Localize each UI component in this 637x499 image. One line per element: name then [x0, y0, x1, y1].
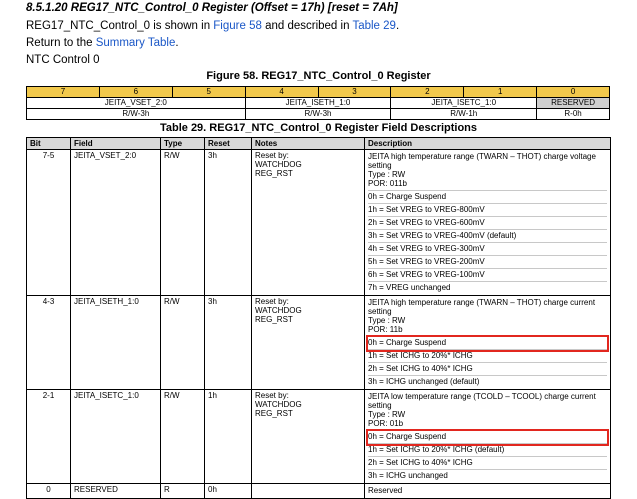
description-line: 2h = Set ICHG to 40%* ICHG — [368, 363, 607, 376]
col-description: Description — [364, 137, 611, 150]
table-29-link[interactable]: Table 29 — [352, 20, 395, 32]
register-description: NTC Control 0 — [26, 54, 100, 66]
bit-2: 2 — [390, 86, 465, 98]
cell-reset: 3h — [204, 149, 252, 296]
cell-type: R/W — [160, 295, 205, 390]
intro-text-mid: and described in — [261, 20, 353, 32]
note-line: Reset by: — [255, 391, 289, 400]
cell-description: Reserved — [364, 483, 611, 499]
field-jeita-isetc: JEITA_ISETC_1:0 — [390, 97, 538, 109]
cell-type: R — [160, 483, 205, 499]
cell-notes: Reset by: WATCHDOG REG_RST — [251, 149, 365, 296]
description-line: Reserved — [368, 486, 403, 495]
description-line: 5h = Set VREG to VREG-200mV — [368, 256, 607, 269]
table-row: 0 RESERVED R 0h Reserved — [26, 483, 611, 499]
intro-text-post: . — [395, 20, 400, 32]
cell-notes — [251, 483, 365, 499]
bit-7: 7 — [26, 86, 100, 98]
intro-line: REG17_NTC_Control_0 is shown in Figure 5… — [26, 20, 399, 32]
highlighted-charge-suspend: 0h = Charge Suspend — [366, 429, 609, 446]
return-line: Return to the Summary Table. — [26, 37, 179, 49]
bit-3: 3 — [317, 86, 392, 98]
bit-number-row: 7 6 5 4 3 2 1 0 — [26, 86, 610, 98]
return-text-post: . — [175, 37, 179, 49]
cell-reset: 3h — [204, 295, 252, 390]
table-title: Table 29. REG17_NTC_Control_0 Register F… — [159, 122, 478, 134]
table-header-row: Bit Field Type Reset Notes Description — [26, 137, 611, 150]
description-line: 1h = Set ICHG to 20%* ICHG — [368, 350, 607, 363]
col-type: Type — [160, 137, 205, 150]
field-reserved: RESERVED — [536, 97, 610, 109]
description-line: 2h = Set VREG to VREG-600mV — [368, 217, 607, 230]
col-bit: Bit — [26, 137, 71, 150]
description-line: 2h = Set ICHG to 40%* ICHG — [368, 457, 607, 470]
figure-58-link[interactable]: Figure 58 — [213, 20, 262, 32]
cell-description: JEITA high temperature range (TWARN – TH… — [364, 149, 611, 296]
access-jeita-vset: R/W-3h — [26, 108, 246, 120]
bit-6: 6 — [98, 86, 173, 98]
description-line: 3h = ICHG unchanged (default) — [368, 377, 480, 386]
return-text-pre: Return to the — [26, 37, 96, 49]
description-line: JEITA high temperature range (TWARN – TH… — [368, 297, 607, 337]
description-line: 7h = VREG unchanged — [368, 283, 451, 292]
bit-5: 5 — [171, 86, 246, 98]
note-line: WATCHDOG — [255, 160, 302, 169]
cell-notes: Reset by: WATCHDOG REG_RST — [251, 295, 365, 390]
col-notes: Notes — [251, 137, 365, 150]
note-line: Reset by: — [255, 297, 289, 306]
description-line: 1h = Set VREG to VREG-800mV — [368, 204, 607, 217]
bit-0: 0 — [536, 86, 610, 98]
cell-type: R/W — [160, 149, 205, 296]
cell-type: R/W — [160, 389, 205, 484]
cell-bit: 0 — [26, 483, 71, 499]
cell-bit: 4-3 — [26, 295, 71, 390]
access-jeita-iseth: R/W-3h — [244, 108, 392, 120]
cell-reset: 1h — [204, 389, 252, 484]
intro-text-pre: REG17_NTC_Control_0 is shown in — [26, 20, 214, 32]
description-line: 3h = ICHG unchanged — [368, 471, 448, 480]
table-row: 7-5 JEITA_VSET_2:0 R/W 3h Reset by: WATCHDOG R… — [26, 149, 611, 296]
col-field: Field — [70, 137, 161, 150]
cell-field: RESERVED — [70, 483, 161, 499]
figure-title: Figure 58. REG17_NTC_Control_0 Register — [206, 70, 431, 82]
note-line: REG_RST — [255, 409, 293, 418]
description-line: 4h = Set VREG to VREG-300mV — [368, 243, 607, 256]
cell-description: JEITA low temperature range (TCOLD – TCO… — [364, 389, 611, 484]
note-line: REG_RST — [255, 169, 293, 178]
col-reset: Reset — [204, 137, 252, 150]
cell-field: JEITA_VSET_2:0 — [70, 149, 161, 296]
note-line: Reset by: — [255, 151, 289, 160]
field-descriptions-table: Bit Field Type Reset Notes Description 7… — [26, 137, 611, 499]
section-heading: 8.5.1.20 REG17_NTC_Control_0 Register (O… — [26, 2, 398, 14]
cell-field: JEITA_ISETH_1:0 — [70, 295, 161, 390]
field-jeita-vset: JEITA_VSET_2:0 — [26, 97, 246, 109]
table-row: 2-1 JEITA_ISETC_1:0 R/W 1h Reset by: WATCHDOG… — [26, 389, 611, 484]
description-line: 1h = Set ICHG to 20%* ICHG (default) — [368, 444, 607, 457]
field-name-row: JEITA_VSET_2:0 JEITA_ISETH_1:0 JEITA_ISE… — [26, 97, 610, 109]
access-jeita-isetc: R/W-1h — [390, 108, 538, 120]
bit-4: 4 — [244, 86, 319, 98]
cell-notes: Reset by: WATCHDOG REG_RST — [251, 389, 365, 484]
bit-1: 1 — [463, 86, 538, 98]
table-row: 4-3 JEITA_ISETH_1:0 R/W 3h Reset by: WATCHDOG… — [26, 295, 611, 390]
cell-bit: 7-5 — [26, 149, 71, 296]
note-line: WATCHDOG — [255, 400, 302, 409]
summary-table-link[interactable]: Summary Table — [96, 37, 176, 49]
cell-description: JEITA high temperature range (TWARN – TH… — [364, 295, 611, 390]
access-row: R/W-3h R/W-3h R/W-1h R-0h — [26, 108, 610, 120]
access-reserved: R-0h — [536, 108, 610, 120]
cell-field: JEITA_ISETC_1:0 — [70, 389, 161, 484]
note-line: WATCHDOG — [255, 306, 302, 315]
field-jeita-iseth: JEITA_ISETH_1:0 — [244, 97, 392, 109]
cell-reset: 0h — [204, 483, 252, 499]
description-line: 0h = Charge Suspend — [368, 191, 607, 204]
description-line: JEITA high temperature range (TWARN – TH… — [368, 151, 607, 191]
note-line: REG_RST — [255, 315, 293, 324]
cell-bit: 2-1 — [26, 389, 71, 484]
description-line: JEITA low temperature range (TCOLD – TCO… — [368, 391, 607, 431]
description-line: 6h = Set VREG to VREG-100mV — [368, 269, 607, 282]
description-line: 3h = Set VREG to VREG-400mV (default) — [368, 230, 607, 243]
register-map: 7 6 5 4 3 2 1 0 JEITA_VSET_2:0 JEITA_ISE… — [26, 86, 610, 120]
highlighted-charge-suspend: 0h = Charge Suspend — [366, 335, 609, 352]
